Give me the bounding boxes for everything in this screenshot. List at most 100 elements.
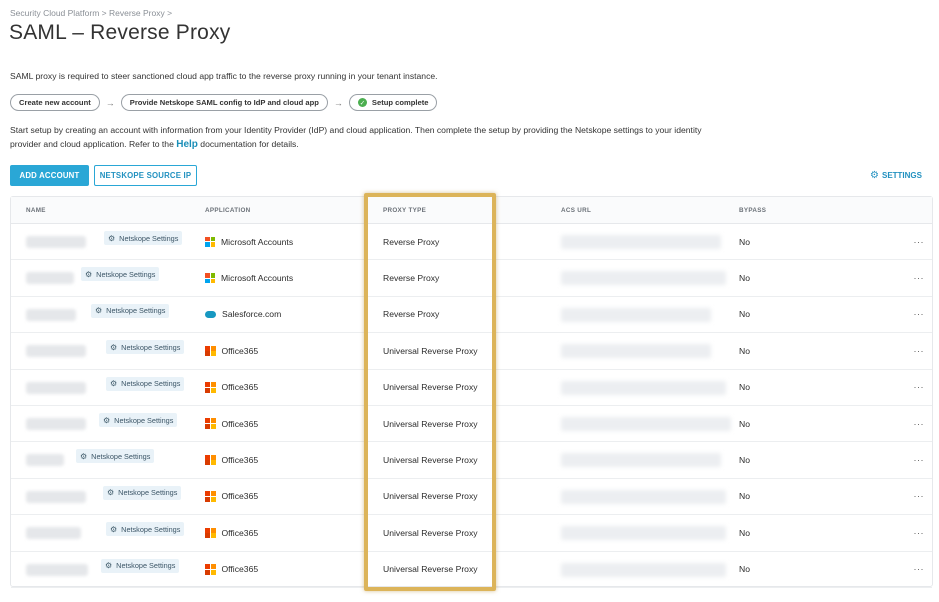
more-actions-icon[interactable]: ··· — [914, 224, 925, 259]
description-text: Start setup by creating an account with … — [10, 125, 702, 149]
application-cell: Microsoft Accounts — [205, 260, 293, 295]
step-create-account[interactable]: Create new account — [10, 94, 100, 111]
netskope-settings-chip[interactable]: ⚙ Netskope Settings — [91, 303, 170, 318]
more-actions-icon[interactable]: ··· — [914, 552, 925, 587]
acs-url-redacted — [561, 453, 721, 468]
netskope-settings-label: Netskope Settings — [118, 488, 178, 498]
bypass-cell: No — [739, 515, 750, 550]
column-header-proxy-type[interactable]: PROXY TYPE — [383, 207, 426, 214]
table-row[interactable]: ⚙ Netskope Settings Office365 Universal Rev… — [11, 406, 932, 443]
more-actions-icon[interactable]: ··· — [914, 515, 925, 550]
application-cell: Office365 — [205, 442, 258, 477]
office365-icon — [205, 382, 216, 393]
netskope-settings-chip[interactable]: ⚙ Netskope Settings — [76, 449, 155, 464]
netskope-settings-chip[interactable]: ⚙ Netskope Settings — [106, 522, 185, 537]
breadcrumb[interactable]: Security Cloud Platform > Reverse Proxy … — [10, 8, 172, 18]
netskope-settings-chip[interactable]: ⚙ Netskope Settings — [106, 340, 185, 355]
acs-url-redacted — [561, 344, 711, 359]
more-actions-icon[interactable]: ··· — [914, 479, 925, 514]
application-cell: Office365 — [205, 552, 258, 587]
add-account-button[interactable]: ADD ACCOUNT — [10, 165, 89, 186]
table-row[interactable]: ⚙ Netskope Settings Office365 Universal Rev… — [11, 515, 932, 552]
account-name-redacted — [26, 418, 86, 430]
netskope-settings-label: Netskope Settings — [114, 415, 174, 425]
table-row[interactable]: ⚙ Netskope Settings Office365 Universal Rev… — [11, 370, 932, 406]
gear-icon: ⚙ — [103, 415, 111, 425]
acs-url-redacted — [561, 271, 726, 286]
table-row[interactable]: ⚙ Netskope Settings Microsoft Accounts Reve… — [11, 260, 932, 297]
setup-description: Start setup by creating an account with … — [10, 123, 710, 152]
step-provide-config[interactable]: Provide Netskope SAML config to IdP and … — [120, 94, 328, 111]
table-row[interactable]: ⚙ Netskope Settings Office365 Universal Rev… — [11, 479, 932, 516]
step-setup-complete[interactable]: ✓ Setup complete — [348, 94, 438, 111]
table-row[interactable]: ⚙ Netskope Settings Office365 Universal Rev… — [11, 552, 932, 588]
bypass-value: No — [739, 418, 750, 429]
acs-url-redacted — [561, 235, 721, 249]
proxy-type-cell: Reverse Proxy — [383, 224, 439, 259]
proxy-type-value: Universal Reverse Proxy — [383, 527, 478, 538]
table-row[interactable]: ⚙ Netskope Settings Microsoft Accounts Reve… — [11, 224, 932, 261]
more-actions-icon[interactable]: ··· — [914, 406, 925, 441]
bypass-value: No — [739, 345, 750, 356]
table-row[interactable]: ⚙ Netskope Settings Office365 Universal Rev… — [11, 333, 932, 370]
gear-icon: ⚙ — [870, 170, 879, 181]
application-cell: Office365 — [205, 370, 258, 405]
netskope-settings-label: Netskope Settings — [119, 233, 179, 243]
bypass-cell: No — [739, 479, 750, 514]
table-row[interactable]: ⚙ Netskope Settings Office365 Universal Rev… — [11, 442, 932, 479]
more-actions-icon[interactable]: ··· — [914, 260, 925, 295]
netskope-settings-chip[interactable]: ⚙ Netskope Settings — [81, 267, 160, 282]
netskope-settings-chip[interactable]: ⚙ Netskope Settings — [104, 231, 183, 245]
column-header-bypass[interactable]: BYPASS — [739, 207, 766, 214]
more-actions-icon[interactable]: ··· — [914, 442, 925, 477]
salesforce-icon — [205, 310, 216, 318]
proxy-type-value: Universal Reverse Proxy — [383, 418, 478, 429]
office365-icon — [205, 491, 216, 502]
netskope-settings-label: Netskope Settings — [121, 342, 181, 352]
step-label: Provide Netskope SAML config to IdP and … — [129, 98, 319, 107]
office365-icon — [205, 454, 216, 466]
acs-url-redacted — [561, 417, 731, 431]
bypass-value: No — [739, 564, 750, 575]
column-header-acs-url[interactable]: ACS URL — [561, 207, 591, 214]
application-cell: Microsoft Accounts — [205, 224, 293, 259]
acs-url-redacted — [561, 489, 726, 504]
proxy-type-cell: Universal Reverse Proxy — [383, 442, 478, 477]
account-name-redacted — [26, 272, 74, 285]
acs-url-redacted — [561, 380, 726, 395]
table-row[interactable]: ⚙ Netskope Settings Salesforce.com Reverse … — [11, 297, 932, 334]
proxy-type-cell: Universal Reverse Proxy — [383, 515, 478, 550]
account-name-redacted — [26, 527, 81, 540]
microsoft-icon — [205, 236, 215, 247]
proxy-type-cell: Universal Reverse Proxy — [383, 370, 478, 405]
more-actions-icon[interactable]: ··· — [914, 333, 925, 368]
netskope-settings-chip[interactable]: ⚙ Netskope Settings — [99, 413, 178, 427]
bypass-value: No — [739, 236, 750, 247]
accounts-table: NAME APPLICATION PROXY TYPE ACS URL BYPA… — [10, 196, 933, 588]
office365-icon — [205, 418, 216, 429]
proxy-type-value: Universal Reverse Proxy — [383, 345, 478, 356]
column-header-name[interactable]: NAME — [26, 207, 46, 214]
application-cell: Office365 — [205, 406, 258, 441]
account-name-redacted — [26, 345, 86, 358]
account-name-redacted — [26, 490, 86, 503]
netskope-source-ip-button[interactable]: NETSKOPE SOURCE IP — [94, 165, 197, 186]
settings-link[interactable]: ⚙ SETTINGS — [870, 170, 922, 181]
proxy-type-value: Reverse Proxy — [383, 273, 440, 284]
bypass-value: No — [739, 273, 750, 284]
netskope-settings-chip[interactable]: ⚙ Netskope Settings — [106, 376, 185, 391]
application-cell: Salesforce.com — [205, 297, 281, 332]
more-actions-icon[interactable]: ··· — [914, 370, 925, 405]
help-link[interactable]: Help — [176, 139, 198, 150]
arrow-right-icon: → — [105, 97, 115, 108]
netskope-settings-chip[interactable]: ⚙ Netskope Settings — [103, 485, 182, 500]
column-header-application[interactable]: APPLICATION — [205, 207, 251, 214]
application-cell: Office365 — [205, 479, 258, 514]
bypass-value: No — [739, 382, 750, 393]
setup-steps: Create new account → Provide Netskope SA… — [10, 94, 438, 111]
gear-icon: ⚙ — [107, 488, 115, 498]
bypass-cell: No — [739, 260, 750, 295]
application-name: Office365 — [221, 527, 259, 538]
more-actions-icon[interactable]: ··· — [914, 297, 925, 332]
netskope-settings-chip[interactable]: ⚙ Netskope Settings — [101, 558, 180, 573]
